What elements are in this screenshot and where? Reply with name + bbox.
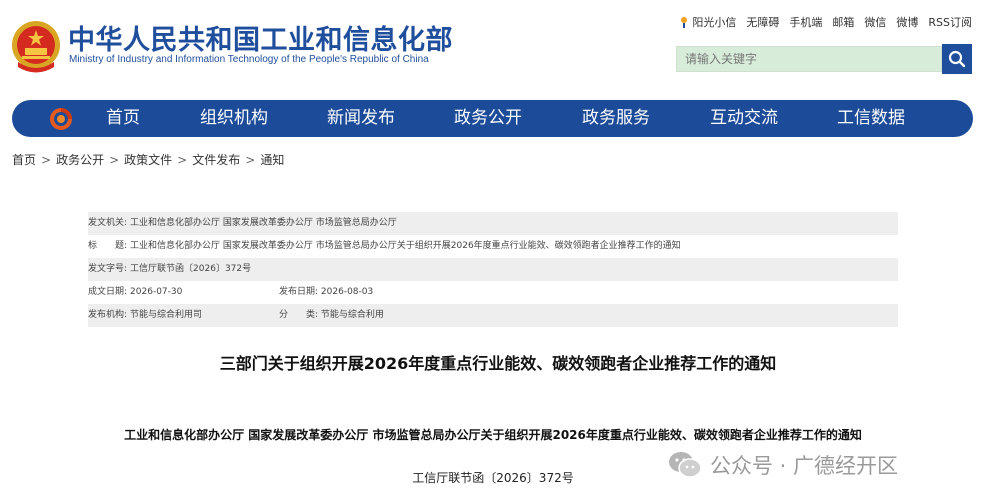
category-label: 分 类: (279, 310, 319, 320)
published-label: 发布日期: (279, 287, 319, 297)
main-nav: 首页 组织机构 新闻发布 政务公开 政务服务 互动交流 工信数据 (12, 100, 973, 137)
info-row-docno: 发文字号: 工信厅联节函〔2026〕372号 (88, 258, 898, 281)
national-emblem-icon (12, 21, 60, 73)
search-input[interactable] (676, 46, 942, 72)
created-value: 2026-07-30 (130, 287, 183, 297)
top-link-mail[interactable]: 邮箱 (832, 14, 854, 30)
top-link-rss[interactable]: RSS订阅 (928, 14, 972, 30)
agency-label: 发布机构: (88, 310, 128, 320)
breadcrumb: 首页 > 政务公开 > 政策文件 > 文件发布 > 通知 (12, 151, 284, 168)
published-field: 发布日期: 2026-08-03 (279, 281, 373, 304)
docno-value: 工信厅联节函〔2026〕372号 (130, 264, 252, 274)
top-link-mobile[interactable]: 手机端 (789, 14, 822, 30)
info-row-title: 标 题: 工业和信息化部办公厅 国家发展改革委办公厅 市场监管总局办公厅关于组织开… (88, 235, 898, 258)
nav-item-org[interactable]: 组织机构 (200, 100, 268, 137)
site-title-english: Ministry of Industry and Information Tec… (69, 54, 429, 65)
nav-item-data[interactable]: 工信数据 (837, 100, 905, 137)
category-field: 分 类: 节能与综合利用 (279, 304, 384, 327)
breadcrumb-separator: > (245, 153, 256, 167)
issuer-value: 工业和信息化部办公厅 国家发展改革委办公厅 市场监管总局办公厅 (130, 218, 397, 228)
sunshine-icon (681, 17, 688, 28)
docno-label: 发文字号: (88, 264, 128, 274)
created-label: 成文日期: (88, 287, 128, 297)
title-label: 标 题: (88, 241, 128, 251)
site-title[interactable]: 中华人民共和国工业和信息化部 (68, 18, 453, 57)
search-icon (948, 50, 966, 68)
title-value: 工业和信息化部办公厅 国家发展改革委办公厅 市场监管总局办公厅关于组织开展202… (130, 241, 681, 251)
breadcrumb-release[interactable]: 文件发布 (192, 153, 240, 167)
top-link-wechat[interactable]: 微信 (864, 14, 886, 30)
info-row-dates: 成文日期: 2026-07-30 发布日期: 2026-08-03 (88, 281, 898, 304)
watermark-text: 公众号 · 广德经开区 (710, 454, 899, 478)
category-value: 节能与综合利用 (320, 310, 384, 320)
search-bar (676, 44, 972, 74)
top-link-weibo[interactable]: 微博 (896, 14, 918, 30)
top-links: 阳光小信 无障碍 手机端 邮箱 微信 微博 RSS订阅 (679, 14, 972, 30)
miit-logo-icon (50, 108, 72, 130)
breadcrumb-policy[interactable]: 政策文件 (124, 153, 172, 167)
document-info-table: 发文机关: 工业和信息化部办公厅 国家发展改革委办公厅 市场监管总局办公厅 标 题… (88, 212, 898, 327)
search-button[interactable] (942, 44, 972, 74)
issuer-label: 发文机关: (88, 218, 128, 228)
nav-item-services[interactable]: 政务服务 (582, 100, 650, 137)
watermark: 公众号 · 广德经开区 (668, 448, 898, 482)
nav-item-gov-open[interactable]: 政务公开 (454, 100, 522, 137)
top-link-label: 阳光小信 (692, 16, 737, 29)
top-link-sunshine[interactable]: 阳光小信 (679, 14, 736, 30)
article-title: 三部门关于组织开展2026年度重点行业能效、碳效领跑者企业推荐工作的通知 (219, 354, 777, 373)
breadcrumb-separator: > (177, 153, 188, 167)
published-value: 2026-08-03 (320, 287, 374, 297)
nav-item-interact[interactable]: 互动交流 (710, 100, 778, 137)
breadcrumb-home[interactable]: 首页 (12, 153, 36, 167)
top-link-accessibility[interactable]: 无障碍 (746, 14, 779, 30)
nav-item-home[interactable]: 首页 (106, 100, 140, 137)
breadcrumb-separator: > (41, 153, 52, 167)
nav-item-news[interactable]: 新闻发布 (327, 100, 395, 137)
breadcrumb-gov-open[interactable]: 政务公开 (56, 153, 104, 167)
wechat-icon (669, 452, 702, 478)
breadcrumb-current: 通知 (260, 153, 285, 167)
info-row-agency: 发布机构: 节能与综合利用司 分 类: 节能与综合利用 (88, 304, 898, 327)
info-row-issuer: 发文机关: 工业和信息化部办公厅 国家发展改革委办公厅 市场监管总局办公厅 (88, 212, 898, 235)
breadcrumb-separator: > (109, 153, 120, 167)
agency-value: 节能与综合利用司 (130, 310, 203, 320)
article-subtitle: 工业和信息化部办公厅 国家发展改革委办公厅 市场监管总局办公厅关于组织开展202… (124, 428, 862, 442)
